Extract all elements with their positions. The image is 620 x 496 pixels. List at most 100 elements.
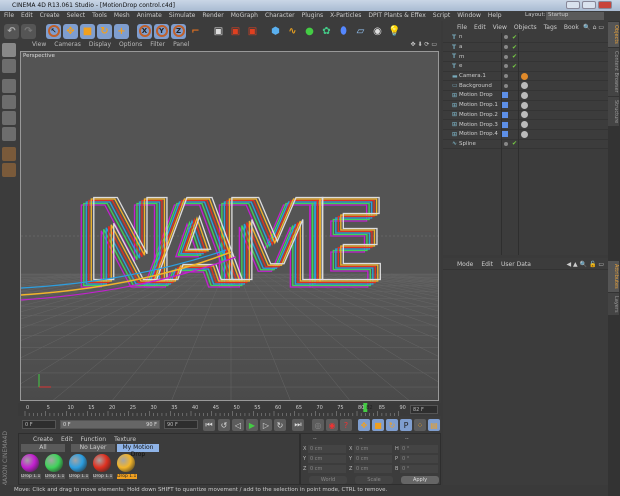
menu-dpit-plants-effex[interactable]: DPIT Plants & Effex — [368, 12, 425, 20]
go-to-start-icon[interactable]: ⏮ — [203, 419, 215, 431]
viewport-nav-icons[interactable]: ✥ ⬇ ⟳ ▭ — [411, 41, 437, 48]
menu-mesh[interactable]: Mesh — [114, 12, 130, 20]
coordinate-system-icon[interactable]: ⌐ — [188, 24, 203, 39]
object-menu-edit[interactable]: Edit — [474, 24, 486, 33]
viewport-menu-filter[interactable]: Filter — [150, 41, 165, 50]
object-menu-objects[interactable]: Objects — [514, 24, 537, 33]
object-menu-book[interactable]: Book — [564, 24, 579, 33]
edges-mode-icon[interactable] — [2, 111, 16, 125]
material-swatch[interactable]: Drop 1.1 — [93, 454, 113, 479]
object-row[interactable]: ▭ Background — [443, 81, 608, 92]
model-mode-icon[interactable] — [2, 79, 16, 93]
viewport-canvas[interactable]: Perspective NAME NAME NAME NAME NAME NAME — [20, 51, 439, 401]
attribute-nav-icons[interactable]: ◀ ▲ 🔍 🔓 ▭ — [567, 261, 604, 268]
viewport-menu-cameras[interactable]: Cameras — [54, 41, 81, 50]
autokey-icon[interactable]: ? — [340, 419, 352, 431]
object-row[interactable]: ⊞ Motion Drop.2 — [443, 111, 608, 121]
camera-icon[interactable]: ◉ — [370, 24, 385, 39]
enabled-check-icon[interactable]: ✔ — [512, 140, 517, 147]
key-position-icon[interactable]: ✥ — [358, 419, 370, 431]
layer-color-swatch[interactable] — [502, 131, 508, 138]
object-row[interactable]: ∿ Spline ✔ — [443, 140, 608, 150]
render-picture-viewer-icon[interactable]: ▣ — [228, 24, 243, 39]
menu-window[interactable]: Window — [457, 12, 481, 20]
coord-field[interactable]: 0 cm — [354, 445, 392, 453]
render-settings-icon[interactable]: ▣ — [245, 24, 260, 39]
texture-mode-icon[interactable] — [2, 59, 16, 73]
menu-file[interactable]: File — [4, 12, 14, 20]
menu-help[interactable]: Help — [488, 12, 502, 20]
key-parameter-icon[interactable]: P — [400, 419, 412, 431]
x-axis-icon[interactable]: X — [137, 23, 152, 39]
menu-animate[interactable]: Animate — [137, 12, 162, 20]
coord-field[interactable]: 0 cm — [308, 455, 346, 463]
layer-tab[interactable]: No Layer — [71, 444, 115, 452]
redo-icon[interactable]: ↷ — [21, 23, 36, 39]
material-swatch[interactable]: Drop 1.1 — [21, 454, 41, 479]
apply-button[interactable]: Apply — [401, 476, 439, 484]
layer-color-swatch[interactable] — [502, 92, 508, 99]
previous-frame-icon[interactable]: ◁ — [232, 419, 244, 431]
object-row[interactable]: Te ✔ — [443, 62, 608, 72]
next-frame-icon[interactable]: ▷ — [260, 419, 272, 431]
object-row[interactable]: Ta ✔ — [443, 43, 608, 53]
menu-script[interactable]: Script — [433, 12, 450, 20]
menu-plugins[interactable]: Plugins — [302, 12, 324, 20]
render-view-icon[interactable]: ▣ — [211, 24, 226, 39]
coord-mode-select[interactable]: World — [309, 476, 347, 484]
snap-icon[interactable] — [2, 163, 16, 177]
camera-tag-icon[interactable] — [521, 72, 528, 80]
play-icon[interactable]: ▶ — [246, 419, 258, 431]
object-row[interactable]: Tn ✔ — [443, 33, 608, 43]
menu-render[interactable]: Render — [202, 12, 223, 20]
attribute-menu-mode[interactable]: Mode — [457, 261, 473, 269]
end-frame-field[interactable]: 90 F — [164, 420, 198, 429]
coord-type-select[interactable]: Scale — [355, 476, 393, 484]
layer-color-swatch[interactable] — [502, 121, 508, 128]
go-to-end-icon[interactable]: ⏭ — [292, 419, 304, 431]
material-menu-function[interactable]: Function — [81, 436, 107, 443]
attribute-menu-user-data[interactable]: User Data — [501, 261, 531, 269]
enabled-check-icon[interactable]: ✔ — [512, 34, 517, 41]
menu-simulate[interactable]: Simulate — [169, 12, 196, 20]
object-row[interactable]: ⊞ Motion Drop — [443, 91, 608, 101]
material-tag-icon[interactable] — [521, 121, 528, 129]
layer-color-swatch[interactable] — [502, 111, 508, 118]
menu-character[interactable]: Character — [265, 12, 295, 20]
material-tag-icon[interactable] — [521, 91, 528, 99]
start-frame-field[interactable]: 0 F — [22, 420, 56, 429]
layer-color-swatch[interactable] — [502, 102, 508, 109]
object-row[interactable]: ▬ Camera.1 — [443, 72, 608, 82]
side-tab-content-browser[interactable]: Content Browser — [608, 47, 619, 96]
deformer-icon[interactable]: ⬮ — [336, 24, 351, 39]
visibility-dot[interactable] — [504, 74, 508, 79]
material-tag-icon[interactable] — [521, 111, 528, 119]
undo-icon[interactable]: ↶ — [4, 23, 19, 39]
menu-edit[interactable]: Edit — [21, 12, 33, 20]
maximize-button[interactable] — [582, 1, 596, 9]
points-mode-icon[interactable] — [2, 95, 16, 109]
side-tab-attributes[interactable]: Attributes — [608, 260, 619, 292]
scale-icon[interactable]: ■ — [80, 23, 95, 39]
viewport-menu-panel[interactable]: Panel — [173, 41, 189, 50]
visibility-dot[interactable] — [504, 54, 508, 59]
current-frame-field[interactable]: 82 F — [410, 405, 438, 414]
coord-field[interactable]: 0 cm — [354, 465, 392, 473]
attribute-menu-edit[interactable]: Edit — [481, 261, 493, 269]
coord-field[interactable]: 0 cm — [308, 445, 346, 453]
object-row[interactable]: ⊞ Motion Drop.4 — [443, 130, 608, 140]
viewport-menu-options[interactable]: Options — [119, 41, 142, 50]
object-menu-file[interactable]: File — [457, 24, 467, 33]
coord-field[interactable]: 0 cm — [354, 455, 392, 463]
viewport-menu-view[interactable]: View — [32, 41, 46, 50]
z-axis-icon[interactable]: Z — [171, 23, 186, 39]
visibility-dot[interactable] — [504, 141, 508, 146]
menu-tools[interactable]: Tools — [92, 12, 107, 20]
axis-mode-icon[interactable] — [2, 147, 16, 161]
side-tab-layers[interactable]: Layers — [608, 292, 619, 316]
object-manager-icons[interactable]: 🔍 ⌂ ▭ — [583, 24, 604, 31]
coord-field[interactable]: 0 ° — [400, 445, 438, 453]
visibility-dot[interactable] — [504, 64, 508, 69]
record-icon[interactable]: ◉ — [326, 419, 338, 431]
layout-select[interactable]: Startup — [546, 12, 604, 20]
